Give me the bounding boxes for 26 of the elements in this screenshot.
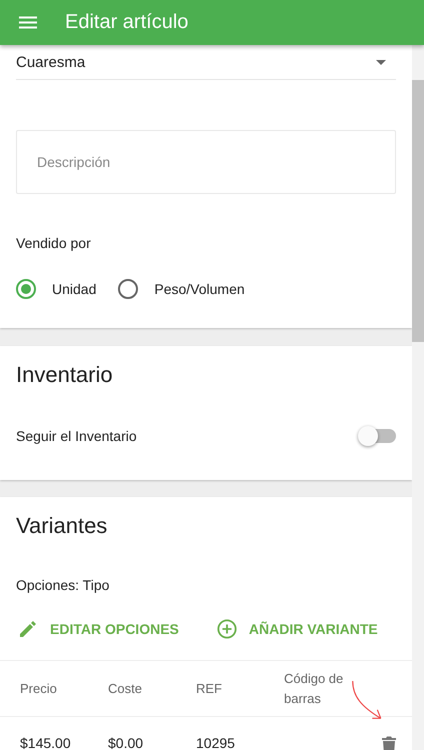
radio-option[interactable]: Peso/Volumen [118, 279, 245, 299]
track-inventory-label: Seguir el Inventario [16, 428, 137, 444]
section-title: Inventario [16, 361, 114, 389]
add-circle-icon [216, 619, 237, 639]
scrollbar-thumb[interactable] [412, 80, 424, 342]
menu-icon[interactable] [19, 16, 37, 29]
sold-by-label: Vendido por [16, 235, 92, 251]
description-field[interactable]: Descripción [16, 130, 396, 194]
toggle-switch[interactable] [360, 429, 396, 443]
section-title: Variantes [15, 512, 108, 540]
trash-icon[interactable] [382, 736, 396, 750]
radio-button[interactable] [118, 279, 138, 299]
column-header: Coste [108, 681, 143, 696]
price-cell-text: $145.00 [20, 735, 72, 750]
column-header: REF [196, 681, 223, 696]
options-label: Opciones: Tipo [15, 577, 110, 593]
radio-option[interactable]: Unidad [16, 279, 96, 299]
category-dropdown[interactable]: Cuaresma [16, 45, 396, 80]
pencil-icon [18, 619, 38, 639]
column-header: Precio [20, 681, 58, 696]
screen-title: Editar artículo [65, 11, 188, 34]
ref-field[interactable]: 10295 [196, 734, 268, 750]
cost-cell-text: $0.00 [108, 735, 144, 750]
caret-icon [376, 60, 386, 64]
radio-button[interactable] [16, 279, 36, 299]
column-header: Código de barras [284, 670, 344, 708]
